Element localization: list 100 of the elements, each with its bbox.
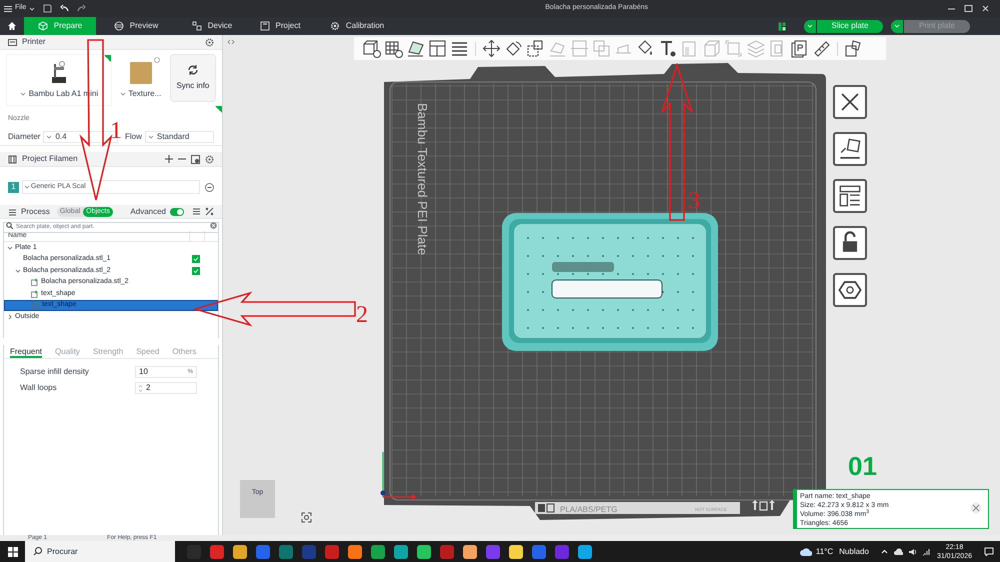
part-icon (31, 278, 39, 286)
material-label: PLA/ABS/PETG (560, 505, 618, 514)
move-icon[interactable] (482, 39, 501, 58)
section-title: Process (21, 206, 50, 218)
tab[interactable]: Preview (96, 17, 176, 35)
app-icon[interactable] (463, 544, 477, 558)
checkbox[interactable] (192, 266, 200, 275)
percent-icon[interactable] (205, 207, 214, 216)
field-label: Flow (124, 130, 142, 142)
checkbox[interactable] (192, 255, 200, 264)
redo-icon[interactable] (77, 4, 86, 13)
layout-icon[interactable] (428, 39, 447, 58)
caret-icon (24, 184, 30, 190)
caret-icon (29, 6, 36, 12)
home-icon (7, 21, 17, 31)
undo-icon[interactable] (60, 4, 70, 13)
gear-icon (330, 21, 340, 31)
puzzle-icon[interactable] (844, 39, 863, 58)
zoom-fit-icon[interactable] (301, 512, 312, 523)
app-icon[interactable] (509, 544, 523, 558)
windows-icon (8, 546, 18, 556)
app-icon[interactable] (371, 544, 385, 558)
advanced-toggle[interactable] (170, 208, 184, 216)
spin-field[interactable]: 2 (135, 382, 197, 394)
caret-icon (20, 90, 26, 96)
upload-icon (752, 500, 758, 510)
caret-icon (807, 23, 813, 29)
chevron-up-icon (880, 549, 888, 554)
plate-number: 01 (848, 453, 877, 479)
settings-icon[interactable] (205, 154, 214, 164)
hexagon-button[interactable] (833, 273, 867, 307)
app-icon[interactable] (578, 544, 592, 558)
setting-label: Wall loops (20, 382, 58, 394)
search-icon (6, 222, 13, 229)
weather-text: 11°C (816, 546, 834, 558)
sync-icon (186, 64, 199, 76)
plus-icon[interactable] (165, 155, 173, 163)
grid-plus-icon[interactable] (384, 39, 403, 58)
sync-button[interactable]: Sync info (170, 54, 216, 102)
setting-label: Sparse infill density (20, 366, 90, 378)
plate-selector[interactable]: Texture... (116, 54, 166, 106)
tab[interactable]: Device (176, 17, 248, 35)
flow-dropdown[interactable]: Standard (144, 130, 214, 142)
panel-icon (778, 22, 786, 30)
tab[interactable]: Calibration (312, 17, 402, 35)
paint-bucket-icon[interactable] (636, 39, 655, 58)
part-icon (32, 301, 40, 310)
close-button[interactable] (833, 85, 867, 119)
page-icon[interactable] (790, 39, 809, 58)
collapse-icon[interactable] (227, 39, 235, 45)
auto-orient-button[interactable] (833, 132, 867, 166)
tab[interactable]: Project (248, 17, 312, 35)
app-icon[interactable] (394, 544, 408, 558)
clear-icon[interactable] (210, 222, 217, 229)
layers-icon (114, 21, 124, 31)
axes-icon (380, 452, 417, 500)
caret-icon (120, 90, 126, 96)
tilted-plate-icon[interactable] (406, 39, 425, 58)
plate-label: Bambu Textured PEI Plate (415, 103, 430, 256)
app-icon[interactable] (233, 544, 247, 558)
annotation-number: 2 (356, 302, 368, 328)
save-icon[interactable] (43, 4, 52, 13)
section-title: Printer (22, 36, 46, 48)
list-icon[interactable] (192, 207, 201, 216)
search-icon (33, 547, 42, 556)
spinner-icon (138, 384, 143, 392)
weather-text: Nublado (839, 546, 869, 558)
document-icon (260, 21, 270, 31)
corner-flag (104, 55, 111, 62)
rotate-icon[interactable] (504, 39, 523, 58)
close-icon[interactable] (981, 4, 990, 13)
field-label: Diameter (8, 130, 40, 142)
remove-icon[interactable] (205, 182, 214, 192)
chevron-icon[interactable] (7, 314, 13, 320)
ruler-icon[interactable] (812, 39, 831, 58)
search-field[interactable]: Procurar (25, 541, 175, 562)
app-icon[interactable] (348, 544, 362, 558)
settings-tab[interactable]: Frequent (10, 346, 42, 358)
grid-icon (538, 504, 554, 512)
upload-icon (769, 500, 775, 510)
settings-icon[interactable] (205, 38, 214, 46)
scale-icon[interactable] (526, 39, 545, 58)
wifi-icon (922, 548, 931, 556)
text-icon[interactable] (658, 39, 677, 58)
caret-icon (46, 134, 52, 140)
layout-button[interactable] (833, 179, 867, 213)
caret-icon (894, 23, 900, 29)
caret-icon (148, 134, 154, 140)
cloud-icon (800, 548, 812, 556)
chevron-icon[interactable] (7, 244, 13, 251)
app-icon[interactable] (417, 544, 431, 558)
lock-button[interactable] (833, 226, 867, 260)
add-cube-icon[interactable] (362, 39, 381, 58)
frame-icon (759, 501, 768, 511)
cube-icon (38, 21, 48, 31)
menu-icon (4, 4, 12, 12)
chevron-icon[interactable] (15, 268, 21, 274)
maximize-icon[interactable] (964, 4, 973, 13)
cloud-sync-icon (894, 548, 903, 555)
plate-texture-icon (128, 60, 153, 84)
